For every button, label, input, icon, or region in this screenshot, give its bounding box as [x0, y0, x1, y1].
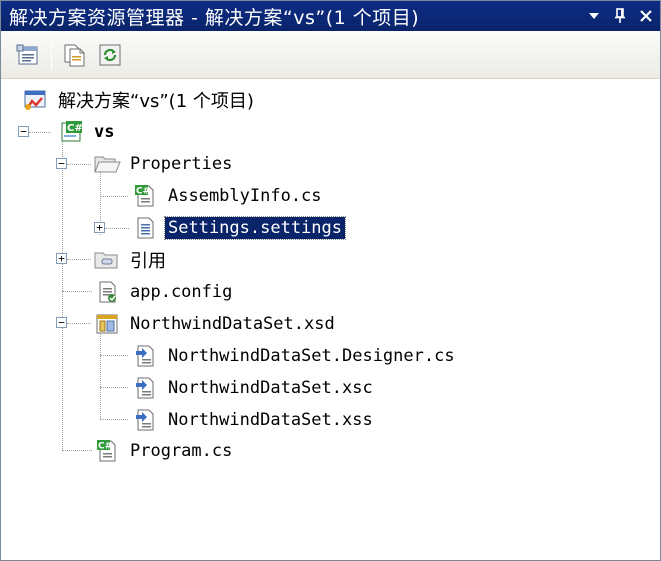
title-bar-buttons	[586, 1, 654, 31]
csharp-file-icon: C#	[131, 182, 159, 210]
dataset-label: NorthwindDataSet.xsd	[130, 314, 335, 334]
properties-label: Properties	[130, 154, 233, 174]
dependent-file-icon	[131, 374, 159, 402]
dropdown-arrow-icon[interactable]	[586, 7, 602, 25]
designer-label: NorthwindDataSet.Designer.cs	[168, 346, 455, 366]
tree-item-settings[interactable]: Settings.settings	[131, 213, 346, 243]
solution-explorer-panel: 解决方案资源管理器 - 解决方案“vs”(1 个项目) − − + + − 解决…	[0, 0, 661, 561]
tree-item-xsc[interactable]: NorthwindDataSet.xsc	[131, 373, 376, 403]
config-file-icon	[93, 278, 121, 306]
tree-line	[67, 323, 91, 324]
pin-icon[interactable]	[612, 7, 628, 25]
title-bar[interactable]: 解决方案资源管理器 - 解决方案“vs”(1 个项目)	[1, 1, 660, 31]
svg-text:C#: C#	[98, 442, 112, 452]
tree-item-dataset[interactable]: NorthwindDataSet.xsd	[93, 309, 338, 339]
solution-label: 解决方案“vs”(1 个项目)	[58, 91, 254, 112]
tree-item-project[interactable]: C# vs	[57, 117, 117, 147]
solution-icon	[21, 86, 49, 114]
tree-item-designer[interactable]: NorthwindDataSet.Designer.cs	[131, 341, 458, 371]
settings-label: Settings.settings	[164, 216, 346, 240]
tree-item-references[interactable]: 引用	[93, 245, 169, 275]
tree-line	[100, 387, 128, 388]
tree-item-program[interactable]: C# Program.cs	[93, 436, 235, 466]
csharp-file-icon: C#	[93, 437, 121, 465]
tree-line	[62, 291, 92, 292]
settings-file-icon	[131, 214, 159, 242]
svg-text:C#: C#	[67, 123, 83, 134]
tree-line	[100, 329, 101, 419]
properties-icon[interactable]	[11, 37, 47, 73]
solution-tree: − − + + − 解决方案“vs”(1 个项目) C# vs Properti…	[1, 79, 660, 560]
tree-line	[100, 355, 128, 356]
appconfig-label: app.config	[130, 282, 233, 302]
dependent-file-icon	[131, 342, 159, 370]
tree-item-properties[interactable]: Properties	[93, 149, 235, 179]
tree-item-assemblyinfo[interactable]: C# AssemblyInfo.cs	[131, 181, 325, 211]
references-label: 引用	[130, 251, 166, 272]
dependent-file-icon	[131, 406, 159, 434]
xsc-label: NorthwindDataSet.xsc	[168, 378, 373, 398]
collapse-toggle[interactable]: −	[56, 317, 67, 328]
references-folder-icon	[93, 246, 121, 274]
tree-item-xss[interactable]: NorthwindDataSet.xss	[131, 405, 376, 435]
project-label: vs	[94, 122, 115, 142]
collapse-toggle[interactable]: −	[18, 126, 29, 137]
tree-line	[105, 228, 129, 229]
tree-line	[100, 419, 128, 420]
tree-line	[67, 164, 91, 165]
tree-line	[29, 132, 51, 133]
assemblyinfo-label: AssemblyInfo.cs	[168, 186, 322, 206]
refresh-icon[interactable]	[92, 37, 128, 73]
window-title: 解决方案资源管理器 - 解决方案“vs”(1 个项目)	[9, 6, 420, 29]
xss-label: NorthwindDataSet.xss	[168, 410, 373, 430]
close-icon[interactable]	[638, 7, 654, 25]
collapse-toggle[interactable]: −	[56, 158, 67, 169]
toolbar	[1, 31, 660, 79]
tree-line	[100, 196, 128, 197]
expand-toggle[interactable]: +	[56, 253, 67, 264]
show-all-files-icon[interactable]	[56, 37, 92, 73]
expand-toggle[interactable]: +	[94, 222, 105, 233]
tree-item-appconfig[interactable]: app.config	[93, 277, 235, 307]
tree-line	[67, 259, 91, 260]
toolbar-separator	[51, 39, 52, 70]
tree-line	[62, 450, 92, 451]
tree-item-solution[interactable]: 解决方案“vs”(1 个项目)	[21, 85, 257, 115]
svg-text:C#: C#	[136, 187, 150, 197]
program-label: Program.cs	[130, 441, 233, 461]
open-folder-icon	[93, 150, 121, 178]
tree-line	[62, 139, 63, 451]
csharp-project-icon: C#	[57, 118, 85, 146]
dataset-file-icon	[93, 310, 121, 338]
